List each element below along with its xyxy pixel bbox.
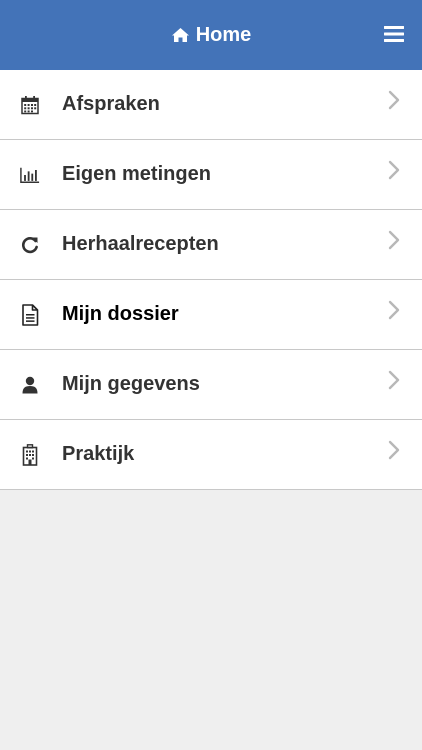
app-header: Home: [0, 0, 422, 70]
header-title[interactable]: Home: [0, 0, 422, 70]
chevron-right-icon: [388, 160, 400, 185]
menu-item-eigen-metingen[interactable]: Eigen metingen: [0, 140, 422, 210]
page-title: Home: [195, 23, 252, 46]
refresh-icon: [20, 235, 40, 255]
menu-item-label: Mijn gegevens: [62, 373, 200, 395]
menu-item-label: Eigen metingen: [62, 163, 211, 185]
menu-item-label: Mijn dossier: [62, 303, 179, 325]
chevron-right-icon: [388, 370, 400, 395]
hamburger-menu-icon: [384, 26, 404, 42]
hamburger-menu-button[interactable]: [384, 25, 404, 43]
menu-list: Afspraken Eigen metingen Herhaalrecepten…: [0, 70, 422, 490]
chevron-right-icon: [388, 230, 400, 255]
menu-item-praktijk[interactable]: Praktijk: [0, 420, 422, 490]
menu-item-label: Herhaalrecepten: [62, 233, 219, 255]
chevron-right-icon: [388, 300, 400, 325]
document-icon: [20, 303, 40, 326]
chevron-right-icon: [388, 90, 400, 115]
chevron-right-icon: [388, 440, 400, 465]
calendar-icon: [20, 95, 40, 115]
menu-item-mijn-dossier[interactable]: Mijn dossier: [0, 280, 422, 350]
menu-item-label: Afspraken: [62, 93, 160, 115]
menu-item-mijn-gegevens[interactable]: Mijn gegevens: [0, 350, 422, 420]
menu-item-herhaalrecepten[interactable]: Herhaalrecepten: [0, 210, 422, 280]
user-icon: [20, 375, 40, 395]
menu-item-afspraken[interactable]: Afspraken: [0, 70, 422, 140]
building-icon: [20, 443, 40, 466]
bar-chart-icon: [20, 165, 40, 185]
home-icon: [171, 27, 190, 43]
menu-item-label: Praktijk: [62, 443, 135, 465]
